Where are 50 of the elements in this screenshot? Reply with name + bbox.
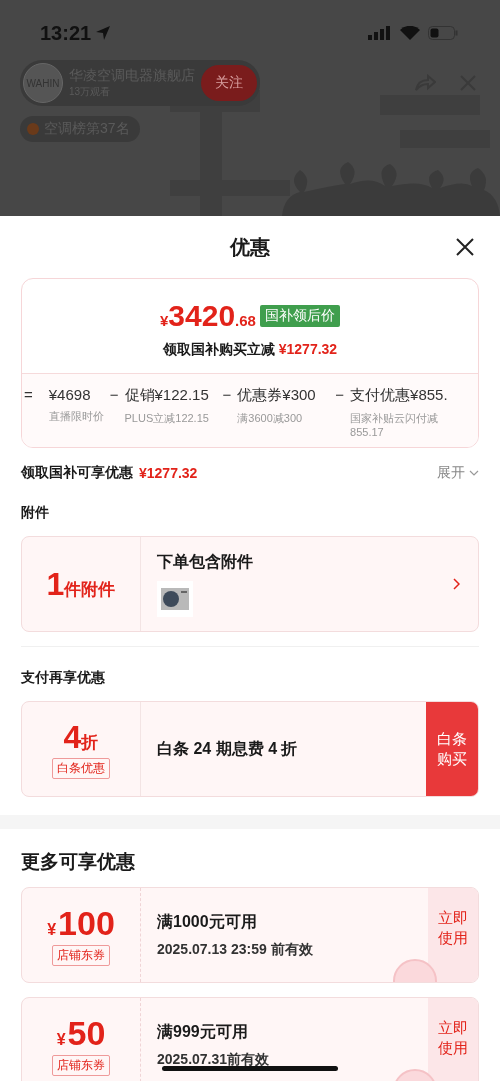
payment-title: 白条 24 期息费 4 折 — [157, 738, 299, 759]
use-button[interactable]: 立即使用 — [428, 998, 478, 1081]
outdoor-unit-icon — [161, 587, 189, 610]
operator-sign: − — [109, 386, 119, 405]
breakdown-note: 直播限时价 — [48, 409, 104, 424]
medal-icon — [26, 122, 40, 136]
accessory-card[interactable]: 1件附件 下单包含附件 — [21, 536, 479, 632]
breakdown-amount: 促销¥122.15 — [124, 386, 210, 405]
section-heading: 更多可享优惠 — [21, 850, 136, 874]
wifi-icon — [400, 26, 420, 40]
discount-value: 4折 — [63, 719, 99, 756]
accessory-title: 下单包含附件 — [157, 551, 254, 572]
operator-sign: − — [222, 386, 232, 405]
coupon-validity: 2025.07.13 23:59 前有效 — [157, 940, 314, 959]
signal-icon — [368, 26, 392, 40]
coupon-validity: 2025.07.31前有效 — [157, 1050, 271, 1069]
coupon-tag: 店铺东券 — [52, 945, 110, 966]
use-button[interactable]: 立即使用 — [428, 888, 478, 982]
final-price: ¥3420.68 — [160, 299, 256, 333]
subsidy-tag: 国补领后价 — [259, 305, 340, 327]
saving-amount: ¥1277.32 — [278, 341, 338, 357]
coupon-condition: 满1000元可用 — [157, 911, 258, 932]
coupon-tag: 店铺东券 — [52, 1055, 110, 1076]
expand-toggle[interactable]: 展开 — [437, 464, 479, 482]
discount-tag: 白条优惠 — [52, 758, 110, 779]
close-icon[interactable] — [456, 238, 474, 256]
follow-button[interactable]: 关注 — [201, 65, 257, 101]
subsidy-amount: ¥1277.32 — [139, 465, 198, 481]
breakdown-note: 满3600减300 — [237, 411, 304, 426]
section-heading: 支付再享优惠 — [21, 669, 106, 687]
operator-sign: = — [24, 386, 33, 405]
breakdown-amount: 支付优惠¥855. — [350, 386, 448, 405]
breakdown-note: 国家补贴云闪付减855.17 — [350, 411, 440, 438]
operator-sign: − — [335, 386, 345, 405]
section-heading: 附件 — [21, 504, 50, 522]
sheet-title: 优惠 — [230, 234, 270, 260]
chevron-down-icon — [469, 470, 479, 476]
coupon-amount: ¥50 — [56, 1014, 106, 1053]
coupon-amount: ¥100 — [47, 904, 115, 943]
accessory-count: 1件附件 — [46, 565, 116, 603]
saving-label: 领取国补购买立减 — [162, 341, 275, 357]
buy-button[interactable]: 白条购买 — [426, 702, 478, 796]
coupon-condition: 满999元可用 — [157, 1021, 249, 1042]
breakdown-note: PLUS立减122.15 — [124, 411, 210, 426]
subsidy-label: 领取国补可享优惠 — [21, 464, 133, 482]
chevron-right-icon — [452, 578, 460, 590]
breakdown-amount: ¥4698 — [48, 386, 92, 403]
breakdown-amount: 优惠券¥300 — [237, 386, 317, 405]
location-arrow-icon — [95, 25, 112, 41]
battery-icon — [428, 26, 458, 40]
